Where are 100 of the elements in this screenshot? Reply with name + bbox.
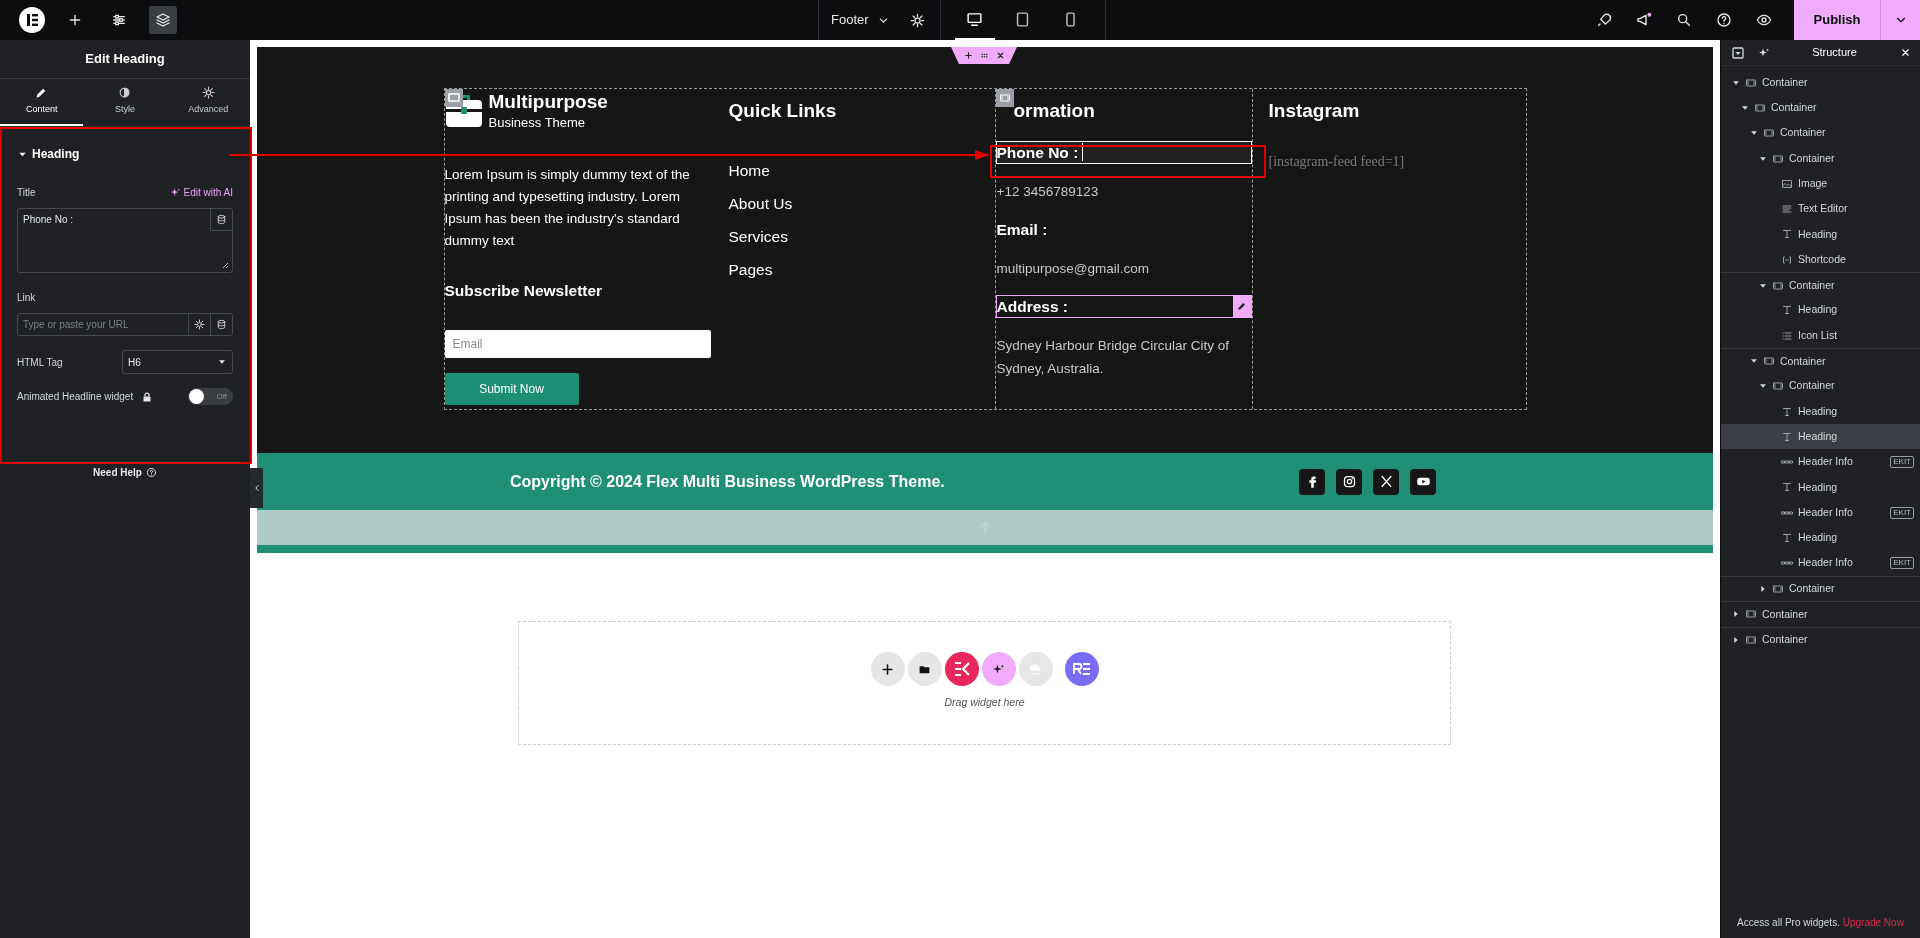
shortcode-icon xyxy=(1781,253,1793,266)
heading-icon xyxy=(1781,430,1793,443)
tree-item[interactable]: Shortcode xyxy=(1721,247,1920,273)
tree-item[interactable]: Image xyxy=(1721,171,1920,197)
container-icon xyxy=(1745,76,1757,89)
container-icon xyxy=(1763,355,1775,368)
tree-item[interactable]: Container xyxy=(1721,348,1920,374)
database-icon xyxy=(216,214,227,225)
social-button[interactable] xyxy=(1410,468,1436,495)
dropdown-icon xyxy=(1732,46,1744,59)
addon-button[interactable] xyxy=(1064,652,1099,686)
info-heading[interactable]: Email : xyxy=(995,217,1252,241)
plus-icon xyxy=(67,12,83,28)
tree-item[interactable]: Header Info EKIT xyxy=(1721,550,1920,576)
tree-item[interactable]: Container xyxy=(1721,575,1920,602)
text-lines-icon xyxy=(1781,203,1793,216)
link-input[interactable]: Type or paste your URL xyxy=(18,314,188,335)
container-icon xyxy=(1763,127,1775,140)
tree-item[interactable]: Container xyxy=(1721,373,1920,399)
info-heading[interactable]: Phone No : xyxy=(995,140,1252,164)
about-text: Lorem Ipsum is simply dummy text of the printing and typesetting industry. Lorem Ipsum has been the industry's standard dummy text xyxy=(444,166,691,251)
tree-item[interactable]: Header Info EKIT xyxy=(1721,449,1920,475)
field-label: HTML Tag xyxy=(17,355,63,370)
database-icon xyxy=(216,319,227,330)
section-toggle[interactable]: Heading xyxy=(17,145,80,163)
panel-title: Edit Heading xyxy=(85,50,165,69)
close-icon xyxy=(995,51,1005,60)
drag-icon xyxy=(979,51,989,60)
footer-link[interactable]: About Us xyxy=(728,191,793,215)
tree-item[interactable]: Icon List xyxy=(1721,322,1920,349)
tree-item[interactable]: Heading xyxy=(1721,424,1920,450)
template-library-button[interactable] xyxy=(907,652,942,686)
brand-subtitle: Business Theme xyxy=(488,113,587,132)
logo-icon[interactable] xyxy=(19,7,45,33)
tree-item[interactable]: Container xyxy=(1721,145,1920,172)
column-heading: Quick Links xyxy=(728,100,838,123)
lock-icon xyxy=(141,390,154,403)
social-button[interactable] xyxy=(1373,468,1399,495)
footer-link[interactable]: Home xyxy=(728,158,770,182)
tree-item[interactable]: Heading xyxy=(1721,525,1920,551)
section-handle[interactable] xyxy=(951,47,1017,64)
x-logo-icon xyxy=(1378,474,1394,489)
plus-icon xyxy=(963,51,973,60)
footer-link[interactable]: Pages xyxy=(728,257,773,281)
html-tag-select[interactable]: H6 xyxy=(122,350,233,374)
footer-link[interactable]: Services xyxy=(728,224,788,248)
container-icon xyxy=(998,92,1011,104)
sparkle-icon xyxy=(992,662,1005,676)
social-button[interactable] xyxy=(1299,468,1325,495)
info-text: +12 3456789123 xyxy=(995,182,1100,201)
panel-tab[interactable]: Content xyxy=(0,79,84,126)
container-icon xyxy=(1754,101,1766,114)
panel-tab[interactable]: Advanced xyxy=(166,79,250,126)
info-heading[interactable]: Address : xyxy=(995,294,1252,318)
addon-button[interactable] xyxy=(944,652,979,686)
tree-item[interactable]: Text Editor xyxy=(1721,196,1920,222)
heading-icon xyxy=(1781,304,1793,317)
brand-title: Multipurpose xyxy=(488,92,608,113)
collapse-all-button[interactable] xyxy=(1731,45,1745,60)
edit-with-ai-link[interactable]: Edit with AI xyxy=(169,185,233,200)
tree-item[interactable]: Heading xyxy=(1721,297,1920,323)
help-icon xyxy=(145,467,157,478)
toggle-switch[interactable]: Off xyxy=(188,388,233,405)
sliders-icon xyxy=(111,12,127,28)
tree-item[interactable]: Container xyxy=(1721,120,1920,146)
tree-item[interactable]: Heading xyxy=(1721,221,1920,248)
container-icon xyxy=(1772,380,1784,393)
add-section-button[interactable] xyxy=(870,652,905,686)
container-icon xyxy=(1745,633,1757,646)
tree-item[interactable]: Container xyxy=(1721,70,1920,96)
email-field[interactable]: Email xyxy=(444,329,711,358)
layers-icon xyxy=(155,12,171,28)
social-button[interactable] xyxy=(1336,468,1362,495)
tree-item[interactable]: Container xyxy=(1721,272,1920,298)
edit-handle[interactable] xyxy=(995,89,1014,107)
container-icon xyxy=(1772,583,1784,596)
shortcode-text: [instagram-feed feed=1] xyxy=(1268,152,1406,171)
desktop-icon xyxy=(966,10,984,28)
tree-item[interactable]: Container xyxy=(1721,601,1920,627)
heading-icon xyxy=(1781,228,1793,241)
tree-item[interactable]: Heading xyxy=(1721,398,1920,425)
document-dropdown[interactable]: Footer xyxy=(819,0,902,40)
link-field[interactable]: Type or paste your URL xyxy=(17,313,233,336)
tree-item[interactable]: Container xyxy=(1721,626,1920,652)
sparkle-icon xyxy=(169,187,181,198)
search-icon xyxy=(1676,12,1692,28)
tree-item[interactable]: Container xyxy=(1721,95,1920,121)
heading-icon xyxy=(1781,405,1793,418)
heading-icon xyxy=(1781,532,1793,544)
upgrade-link[interactable]: Upgrade Now xyxy=(1842,917,1904,928)
tree-item[interactable]: Header Info EKIT xyxy=(1721,500,1920,526)
structure-button[interactable] xyxy=(149,6,177,34)
tree-item[interactable]: Heading xyxy=(1721,474,1920,501)
info-text: Sydney Harbour Bridge Circular City of Sydney, Australia. xyxy=(995,336,1231,378)
dynamic-tags-button[interactable] xyxy=(210,209,232,231)
panel-tab[interactable]: Style xyxy=(83,79,167,126)
column-heading: Subscribe Newsletter xyxy=(444,281,604,302)
publish-button[interactable]: Publish xyxy=(1794,0,1880,40)
help-link[interactable]: Need Help xyxy=(93,465,142,480)
submit-button[interactable]: Submit Now xyxy=(444,372,579,405)
